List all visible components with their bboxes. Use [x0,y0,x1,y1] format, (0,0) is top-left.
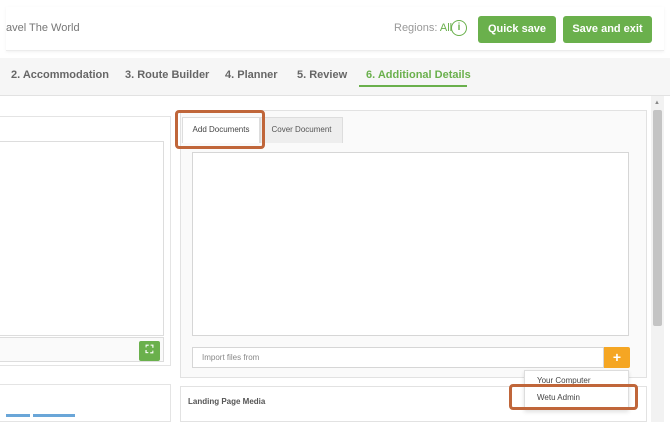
annotation-highlight [509,384,638,410]
import-files-field[interactable]: Import files from [192,347,604,368]
scroll-up-icon[interactable]: ▲ [654,100,660,106]
regions-label: Regions: [394,22,438,34]
plus-icon[interactable]: + [604,347,630,368]
tab-cover-document[interactable]: Cover Document [260,117,343,143]
annotation-highlight [175,110,265,149]
regions-selector[interactable]: Regions: All [394,22,452,34]
active-tab-indicator [359,85,467,87]
quick-save-button[interactable]: Quick save [478,16,556,43]
landing-page-media-title: Landing Page Media [188,397,266,406]
scrollbar-thumb[interactable] [653,110,662,326]
image-thumbnail-strip [6,414,30,417]
top-bar: avel The World Regions: All i Quick save… [6,7,664,51]
left-panel [0,116,171,366]
tab-accommodation[interactable]: 2. Accommodation [11,69,109,81]
tab-additional-details[interactable]: 6. Additional Details [366,69,471,81]
info-icon[interactable]: i [451,20,467,36]
tab-review[interactable]: 5. Review [297,69,347,81]
step-navigation: 2. Accommodation 3. Route Builder 4. Pla… [0,58,670,96]
expand-icon[interactable]: ⛶ [139,341,160,361]
left-editor-area[interactable] [0,141,164,336]
trip-title: avel The World [6,22,80,34]
image-thumbnail-strip [33,414,75,417]
tab-planner[interactable]: 4. Planner [225,69,278,81]
document-drop-area[interactable] [192,152,629,336]
tab-route-builder[interactable]: 3. Route Builder [125,69,209,81]
save-and-exit-button[interactable]: Save and exit [563,16,652,43]
